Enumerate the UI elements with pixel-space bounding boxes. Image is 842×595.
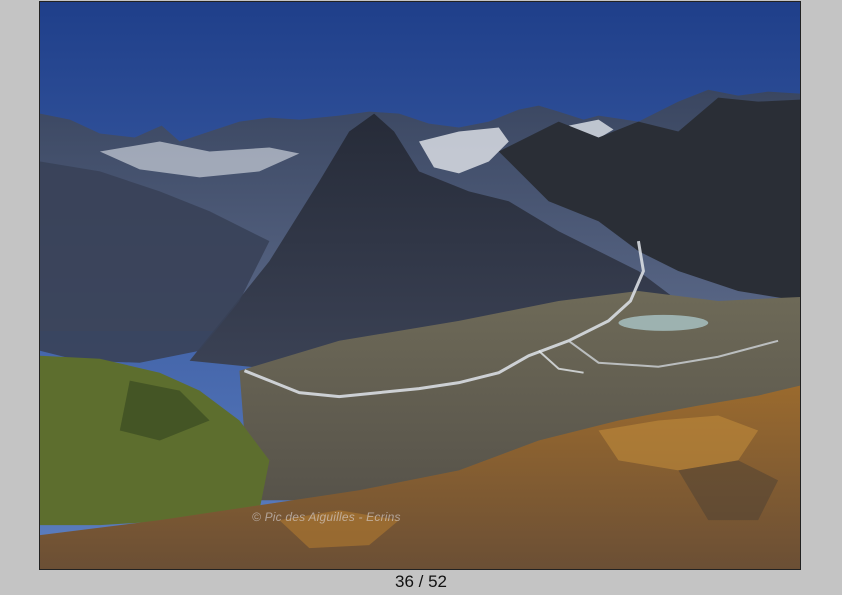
image-counter: 36 / 52 — [395, 572, 447, 591]
photo[interactable] — [39, 1, 801, 570]
slideshow-viewer: © Pic des Aiguilles - Ecrins 36 / 52 — [0, 0, 842, 595]
landscape-image — [40, 2, 800, 569]
photo-watermark: © Pic des Aiguilles - Ecrins — [252, 510, 401, 524]
